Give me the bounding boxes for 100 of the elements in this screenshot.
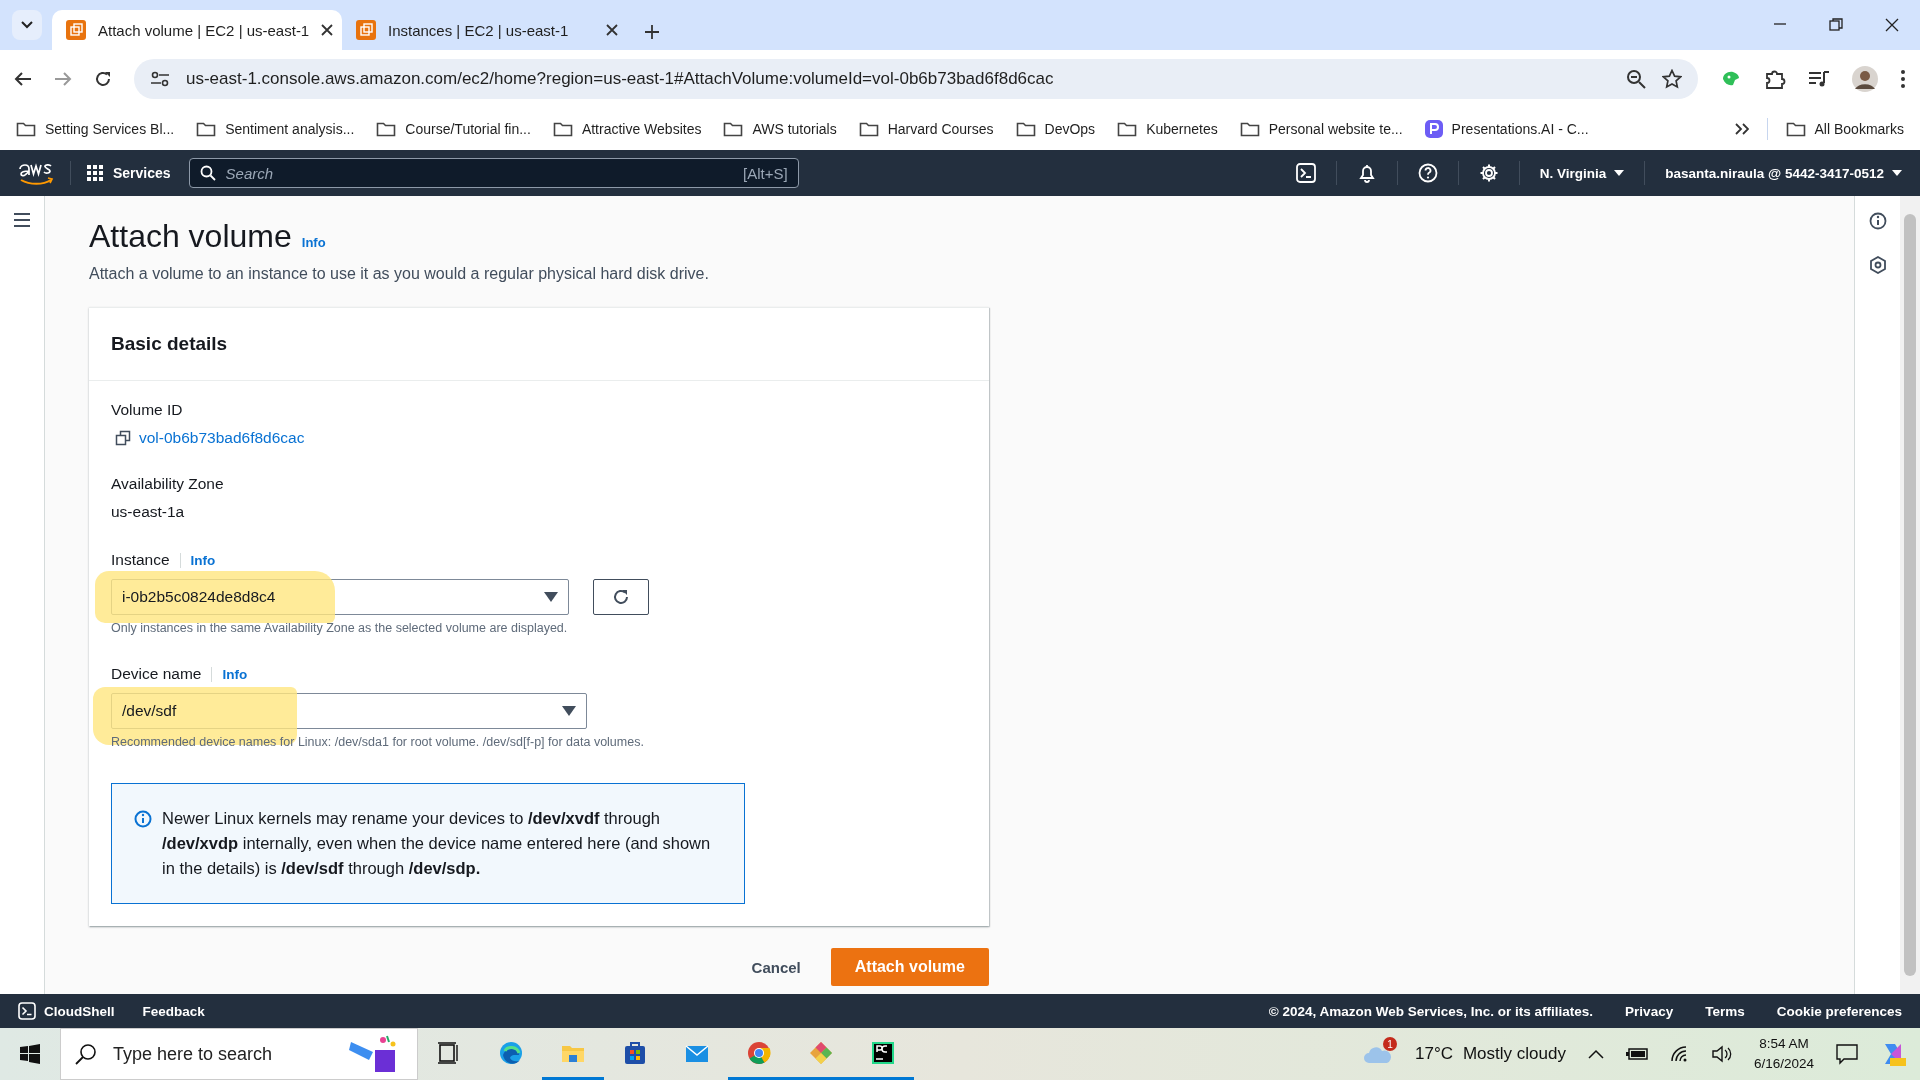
- terminal-icon: [18, 1002, 36, 1020]
- bookmark-link[interactable]: Attractive Websites: [581, 121, 702, 137]
- folder-icon: [723, 121, 744, 137]
- cloudshell-button[interactable]: CloudShell: [18, 1002, 115, 1020]
- alert-text: Newer Linux kernels may rename your devices to /dev/xvdf through /dev/xvdp internally, even when the device name entered here (and shown in the details) is /dev/sdf through /dev/sdp.: [162, 808, 712, 879]
- settings-icon[interactable]: [1478, 163, 1499, 183]
- volume-id-link[interactable]: vol-0b6b73bad6f8d6cac: [139, 429, 305, 447]
- menu-icon[interactable]: [13, 212, 31, 228]
- caret-down-icon: [562, 706, 576, 716]
- cancel-button[interactable]: Cancel: [751, 958, 801, 976]
- terminal-icon[interactable]: [1295, 163, 1316, 183]
- bookmark-link[interactable]: DevOps: [1044, 121, 1096, 137]
- back-arrow-icon[interactable]: [14, 71, 32, 87]
- folder-icon: [376, 121, 397, 137]
- scrollbar[interactable]: [1900, 196, 1920, 994]
- tab-search-button[interactable]: [12, 10, 42, 40]
- puzzle-icon[interactable]: [1764, 68, 1786, 90]
- info-icon[interactable]: [1868, 212, 1887, 230]
- folder-icon: [16, 121, 36, 137]
- folder-icon: [1239, 121, 1260, 137]
- folder-icon: [1117, 121, 1138, 137]
- notification-badge: 1: [1382, 1037, 1397, 1051]
- chevron-down-icon: [21, 21, 33, 29]
- restore-icon[interactable]: [1828, 17, 1844, 33]
- info-link[interactable]: Info: [301, 235, 326, 250]
- bookmark-link[interactable]: Course/Tutorial fin...: [405, 121, 531, 137]
- caret-down-icon: [544, 592, 558, 602]
- help-icon[interactable]: [1417, 163, 1438, 183]
- chrome-browser-icon: [747, 1040, 771, 1065]
- bookmark-link[interactable]: AWS tutorials: [752, 121, 837, 137]
- diamond-tiles-icon: [809, 1040, 833, 1065]
- close-icon[interactable]: [606, 24, 618, 36]
- feedback-link[interactable]: Feedback: [142, 1003, 205, 1019]
- notification-icon[interactable]: [1836, 1043, 1858, 1065]
- browser-tab[interactable]: Instances | EC2 | us-east-1: [342, 10, 632, 50]
- hexagon-icon[interactable]: [1868, 256, 1887, 274]
- more-menu-icon[interactable]: [1900, 69, 1906, 89]
- refresh-button[interactable]: [593, 579, 649, 615]
- footer-link[interactable]: Cookie preferences: [1776, 1003, 1902, 1019]
- keyboard-shortcut-hint: [Alt+S]: [743, 164, 788, 182]
- field-label: Instance: [111, 551, 170, 569]
- bookmark-link[interactable]: Presentations.AI - C...: [1451, 121, 1589, 137]
- taskbar-search-field[interactable]: Type here to search: [60, 1028, 418, 1080]
- refresh-icon: [611, 587, 631, 607]
- bookmark-link[interactable]: Kubernetes: [1146, 121, 1218, 137]
- field-value: us-east-1a: [111, 503, 186, 521]
- footer-link[interactable]: Privacy: [1625, 1003, 1674, 1019]
- tab-title: Attach volume | EC2 | us-east-1: [98, 21, 310, 39]
- footer-link[interactable]: Terms: [1705, 1003, 1745, 1019]
- caret-down-icon: [1614, 170, 1625, 176]
- close-icon[interactable]: [1884, 17, 1900, 33]
- field-label: Availability Zone: [111, 475, 224, 493]
- media-queue-icon[interactable]: [1808, 69, 1830, 89]
- info-link[interactable]: Info: [211, 666, 248, 682]
- folder-icon: [552, 121, 573, 137]
- speaker-icon[interactable]: [1711, 1045, 1732, 1063]
- page-favicon-icon: [356, 20, 376, 40]
- bookmark-link[interactable]: All Bookmarks: [1814, 121, 1904, 137]
- bookmark-link[interactable]: Setting Services Bl...: [45, 121, 175, 137]
- search-icon: [199, 165, 216, 181]
- bookmark-link[interactable]: Harvard Courses: [887, 121, 994, 137]
- browser-tab[interactable]: Attach volume | EC2 | us-east-1: [52, 10, 342, 50]
- clock-time[interactable]: 8:54 AM: [1759, 1034, 1809, 1054]
- page-description: Attach a volume to an instance to use it as you would a regular physical hard disk drive.: [89, 265, 710, 283]
- profile-avatar-icon[interactable]: [1852, 66, 1878, 92]
- new-tab-icon[interactable]: [644, 24, 660, 40]
- bookmark-link[interactable]: Personal website te...: [1268, 121, 1403, 137]
- account-menu[interactable]: basanta.niraula @ 5442-3417-0512: [1665, 165, 1902, 181]
- info-link[interactable]: Info: [179, 552, 216, 568]
- folder-icon: [1785, 121, 1806, 137]
- clock-date[interactable]: 6/16/2024: [1753, 1054, 1814, 1074]
- page-favicon-icon: [66, 20, 86, 40]
- card-title: Basic details: [89, 308, 989, 381]
- address-bar[interactable]: us-east-1.console.aws.amazon.com/ec2/home?region=us-east-1#AttachVolume:volumeId=vol-0b6b73bad6f8d6cac: [134, 59, 1698, 99]
- region-selector[interactable]: N. Virginia: [1539, 165, 1625, 181]
- temperature-text: 17°C: [1414, 1044, 1453, 1064]
- chevron-up-icon[interactable]: [1587, 1049, 1604, 1059]
- folder-icon: [858, 121, 879, 137]
- bookmark-link[interactable]: Sentiment analysis...: [225, 121, 355, 137]
- reload-icon[interactable]: [94, 70, 112, 88]
- close-icon[interactable]: [321, 24, 334, 36]
- pycharm-app-icon: [871, 1040, 895, 1065]
- zoom-icon[interactable]: [1626, 69, 1646, 89]
- copy-icon[interactable]: [115, 430, 131, 446]
- aws-logo-icon[interactable]: [18, 161, 54, 185]
- double-chevron-icon[interactable]: [1734, 123, 1749, 135]
- field-label: Device name: [111, 665, 202, 683]
- forward-arrow-icon[interactable]: [54, 71, 72, 87]
- star-icon[interactable]: [1662, 69, 1682, 89]
- services-menu-button[interactable]: Services: [87, 165, 171, 181]
- search-field[interactable]: Search [Alt+S]: [188, 158, 799, 188]
- copyright-text: © 2024, Amazon Web Services, Inc. or its affiliates.: [1268, 1003, 1594, 1019]
- folder-icon: [1015, 121, 1036, 137]
- windows-logo-icon[interactable]: [20, 1044, 40, 1064]
- weather-text[interactable]: Mostly cloudy: [1462, 1044, 1566, 1064]
- edge-browser-icon: [499, 1040, 523, 1065]
- tab-title: Instances | EC2 | us-east-1: [388, 21, 570, 39]
- page-title: Attach volume: [89, 218, 292, 255]
- battery-icon[interactable]: [1625, 1047, 1648, 1061]
- site-settings-icon: [150, 71, 170, 87]
